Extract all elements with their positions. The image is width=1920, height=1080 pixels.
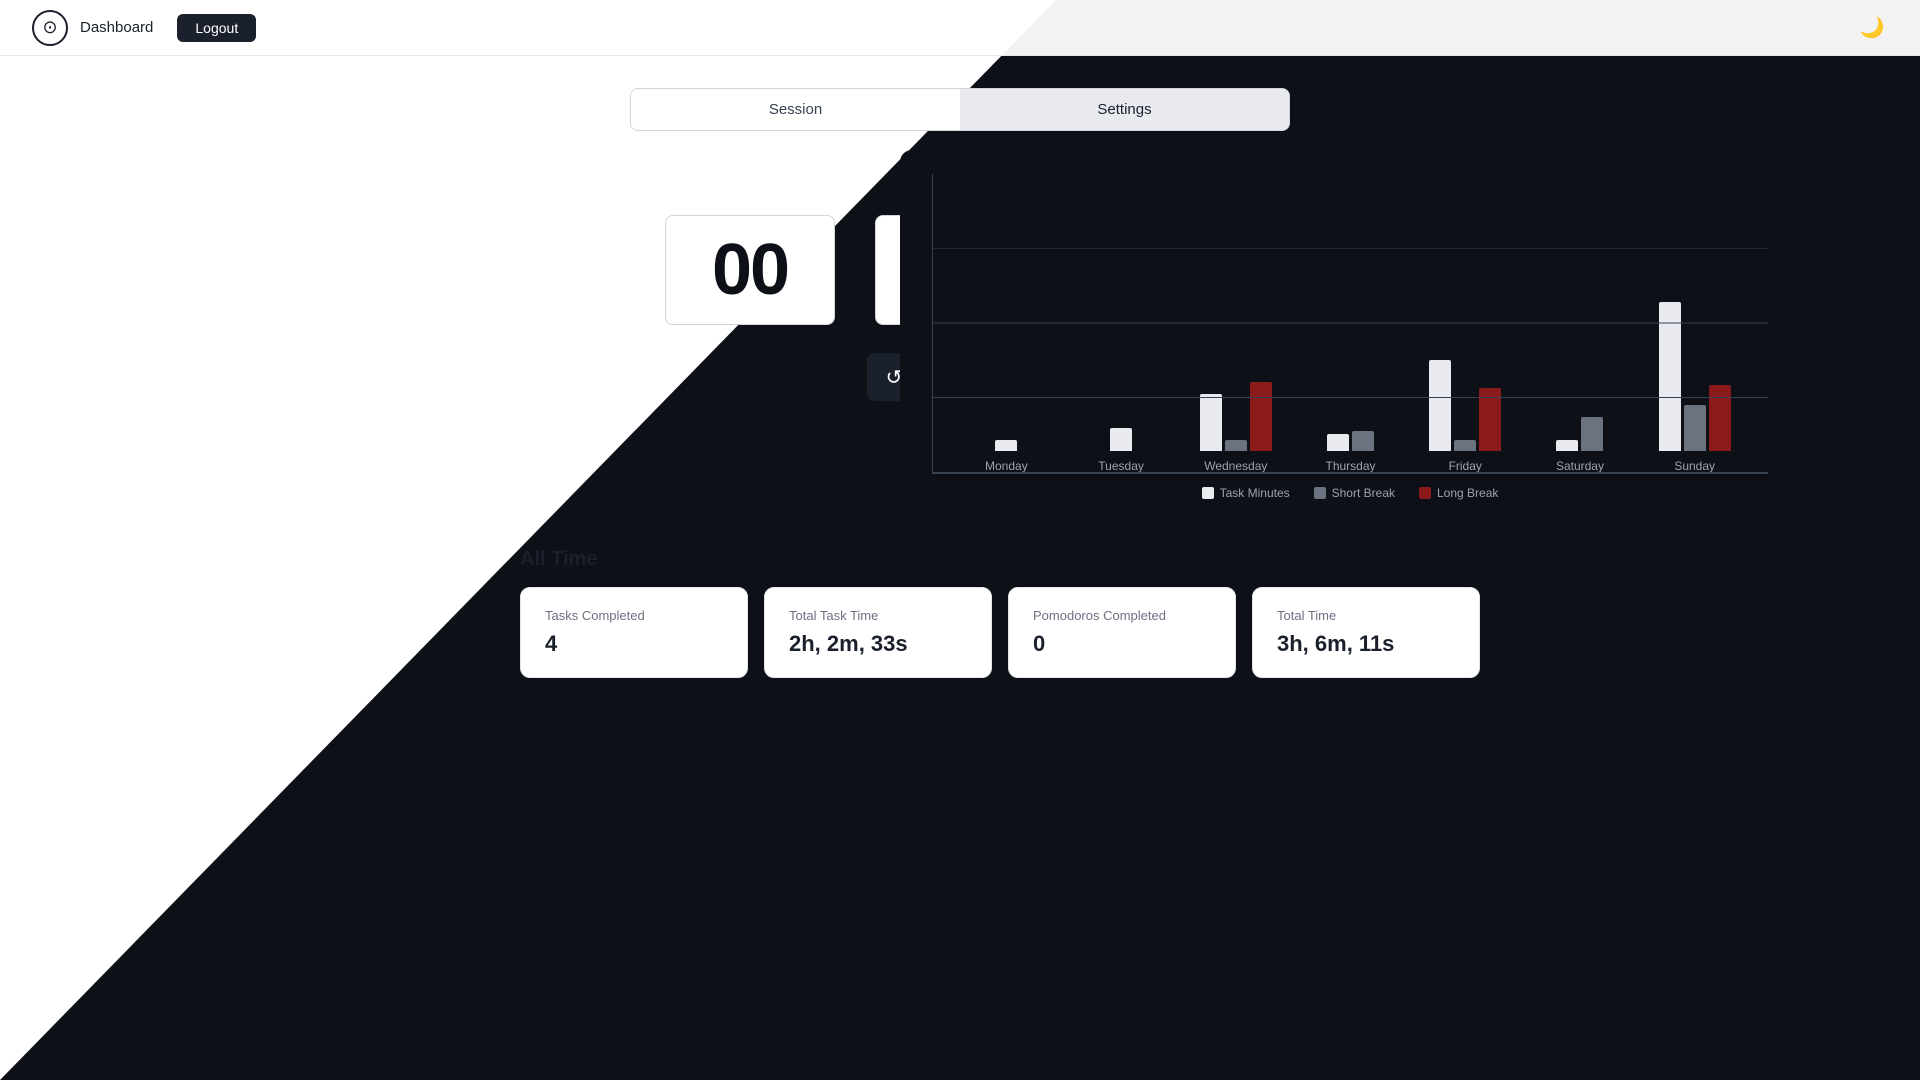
- stat-card-pomodoros-completed: Pomodoros Completed 0: [1008, 587, 1236, 678]
- bar-short: [1684, 405, 1706, 451]
- legend-item-short: Short Break: [1314, 486, 1395, 500]
- day-label: Thursday: [1326, 459, 1376, 473]
- stat-value-pomodoros-completed: 0: [1033, 631, 1211, 657]
- tab-bar: Session Settings: [630, 88, 1290, 131]
- chart-group-wednesday: Wednesday: [1178, 382, 1293, 473]
- bar-short: [1581, 417, 1603, 451]
- legend-label-short: Short Break: [1332, 486, 1395, 500]
- bars: [1429, 360, 1501, 451]
- stat-label-total-task-time: Total Task Time: [789, 608, 967, 623]
- chart-section: Monday Tuesday Wednesday Thursday Friday Satu…: [900, 150, 1800, 516]
- stat-card-total-time: Total Time 3h, 6m, 11s: [1252, 587, 1480, 678]
- stat-card-tasks-completed: Tasks Completed 4: [520, 587, 748, 678]
- bars: [1659, 302, 1731, 451]
- legend-dot-short: [1314, 487, 1326, 499]
- stat-cards: Tasks Completed 4 Total Task Time 2h, 2m, 3…: [520, 587, 1480, 678]
- bar-short: [1352, 431, 1374, 451]
- chart-group-thursday: Thursday: [1293, 431, 1408, 473]
- alltime-heading: All Time: [520, 548, 1480, 571]
- day-label: Friday: [1449, 459, 1482, 473]
- day-label: Wednesday: [1204, 459, 1267, 473]
- logo-icon: ⊙: [32, 10, 68, 46]
- tab-settings[interactable]: Settings: [960, 89, 1289, 130]
- stat-label-total-time: Total Time: [1277, 608, 1455, 623]
- stat-card-total-task-time: Total Task Time 2h, 2m, 33s: [764, 587, 992, 678]
- bar-task: [1327, 434, 1349, 451]
- chart-group-friday: Friday: [1408, 360, 1523, 473]
- chart-group-sunday: Sunday: [1637, 302, 1752, 473]
- bar-task: [1556, 440, 1578, 451]
- bar-long: [1479, 388, 1501, 451]
- day-label: Saturday: [1556, 459, 1604, 473]
- tab-session[interactable]: Session: [631, 89, 960, 130]
- bar-long: [1250, 382, 1272, 451]
- bar-long: [1709, 385, 1731, 451]
- day-label: Monday: [985, 459, 1028, 473]
- bar-short: [1225, 440, 1247, 451]
- chart-area: Monday Tuesday Wednesday Thursday Friday Satu…: [932, 174, 1768, 474]
- bars: [1110, 428, 1132, 451]
- stat-label-pomodoros-completed: Pomodoros Completed: [1033, 608, 1211, 623]
- chart-group-saturday: Saturday: [1523, 417, 1638, 473]
- bar-task: [1429, 360, 1451, 451]
- legend-dot-task: [1202, 487, 1214, 499]
- moon-icon: 🌙: [1860, 15, 1885, 40]
- dashboard-link[interactable]: Dashboard: [80, 19, 153, 36]
- bar-short: [1454, 440, 1476, 451]
- legend-dot-long: [1419, 487, 1431, 499]
- bar-task: [1200, 394, 1222, 451]
- legend-label-task: Task Minutes: [1220, 486, 1290, 500]
- chart-legend: Task Minutes Short Break Long Break: [932, 486, 1768, 500]
- logout-button[interactable]: Logout: [177, 14, 256, 42]
- bars: [995, 440, 1017, 451]
- bars: [1556, 417, 1603, 451]
- stat-label-tasks-completed: Tasks Completed: [545, 608, 723, 623]
- legend-label-long: Long Break: [1437, 486, 1498, 500]
- bar-task: [1659, 302, 1681, 451]
- legend-item-long: Long Break: [1419, 486, 1498, 500]
- stat-value-total-task-time: 2h, 2m, 33s: [789, 631, 967, 657]
- legend-item-task: Task Minutes: [1202, 486, 1290, 500]
- day-label: Sunday: [1674, 459, 1715, 473]
- chart-group-tuesday: Tuesday: [1064, 428, 1179, 473]
- bars: [1327, 431, 1374, 451]
- day-label: Tuesday: [1098, 459, 1144, 473]
- navbar: ⊙ Dashboard Logout 🌙: [0, 0, 1920, 56]
- stat-value-tasks-completed: 4: [545, 631, 723, 657]
- theme-toggle[interactable]: 🌙: [1856, 12, 1888, 44]
- alltime-section: All Time Tasks Completed 4 Total Task Time…: [520, 548, 1480, 678]
- chart-group-monday: Monday: [949, 440, 1064, 473]
- bar-task: [995, 440, 1017, 451]
- stat-value-total-time: 3h, 6m, 11s: [1277, 631, 1455, 657]
- bars: [1200, 382, 1272, 451]
- bar-task: [1110, 428, 1132, 451]
